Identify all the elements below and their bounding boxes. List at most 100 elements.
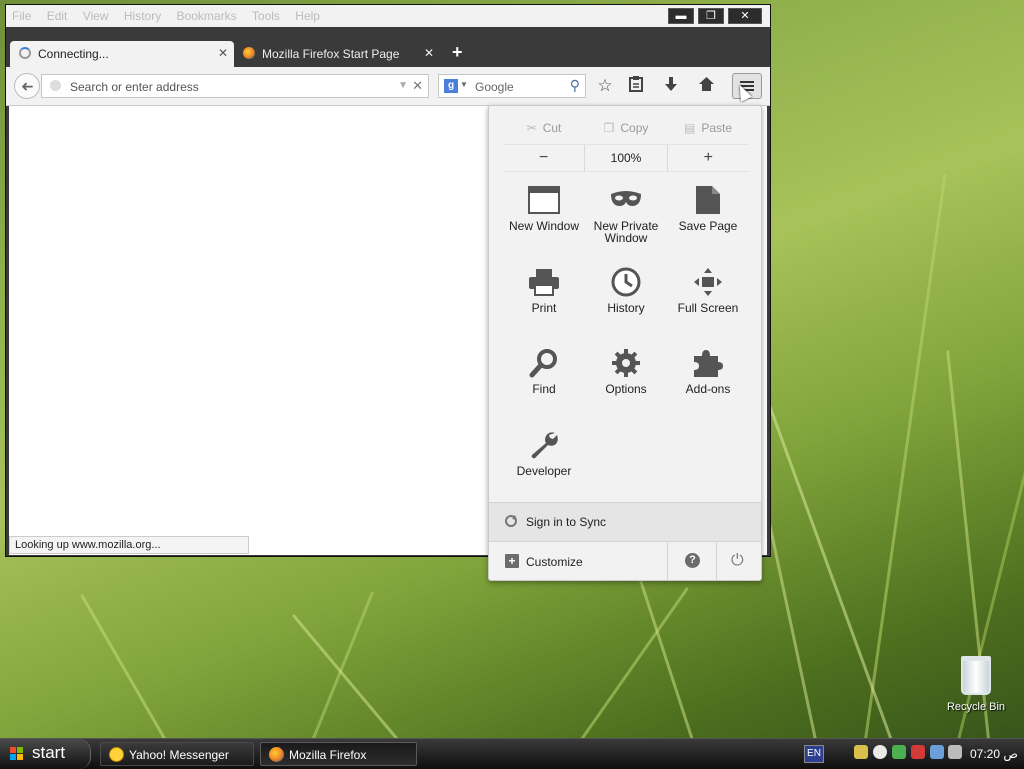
private-mask-icon (611, 191, 641, 206)
customize-button[interactable]: + Customize (489, 541, 668, 580)
menu-file[interactable]: File (6, 5, 37, 27)
save-page-icon (696, 186, 720, 214)
close-tab-icon[interactable]: ✕ (424, 46, 434, 60)
developer-button[interactable]: Developer (503, 425, 585, 501)
options-label: Options (605, 382, 647, 396)
new-window-icon (528, 186, 560, 214)
google-engine-icon[interactable]: g (444, 79, 458, 93)
start-button[interactable]: start (0, 739, 91, 769)
downloads-icon[interactable] (661, 76, 681, 96)
update-tray-icon[interactable] (892, 745, 906, 759)
taskbar-yahoo-messenger[interactable]: Yahoo! Messenger (100, 742, 254, 766)
help-button[interactable]: ? (668, 541, 717, 580)
quit-button[interactable]: ⏻ (717, 541, 761, 580)
firefox-icon (243, 47, 255, 59)
clock-icon (611, 267, 641, 297)
full-screen-button[interactable]: Full Screen (667, 262, 749, 338)
recycle-bin-label: Recycle Bin (946, 701, 1006, 713)
url-bar: ▼ ✕ (41, 74, 429, 98)
add-ons-label: Add-ons (685, 382, 731, 396)
home-icon[interactable] (696, 76, 716, 96)
menu-edit[interactable]: Edit (41, 5, 74, 27)
menu-bookmarks[interactable]: Bookmarks (171, 5, 243, 27)
main-menu-panel: ✂ Cut ❐ Copy ▤ Paste − 100% + New Window… (488, 105, 762, 581)
new-private-window-button[interactable]: New Private Window (585, 180, 667, 256)
security-tray-icon[interactable] (911, 745, 925, 759)
taskbar-button-label: Yahoo! Messenger (129, 748, 229, 762)
tab-firefox-start-page[interactable]: Mozilla Firefox Start Page ✕ (234, 41, 440, 67)
options-button[interactable]: Options (585, 343, 667, 419)
sync-label: Sign in to Sync (526, 515, 607, 529)
windows-logo-icon (10, 747, 24, 761)
close-tab-icon[interactable]: ✕ (218, 46, 228, 60)
copy-label: Copy (620, 121, 649, 135)
address-input[interactable] (68, 77, 392, 97)
wrench-icon (531, 432, 558, 459)
site-identity-icon[interactable] (50, 80, 61, 91)
language-indicator[interactable]: EN (804, 745, 824, 763)
maximize-button[interactable]: ❐ (698, 8, 724, 24)
connection-tray-icon[interactable] (948, 745, 962, 759)
menu-tools[interactable]: Tools (246, 5, 286, 27)
save-page-label: Save Page (678, 219, 738, 233)
save-page-button[interactable]: Save Page (667, 180, 749, 256)
start-label: start (32, 743, 66, 762)
clipboard-icon: ▤ (683, 121, 696, 135)
print-button[interactable]: Print (503, 262, 585, 338)
customize-label: Customize (526, 555, 583, 569)
tab-strip: Connecting... ✕ Mozilla Firefox Start Pa… (6, 39, 770, 67)
bookmark-star-icon[interactable]: ☆ (595, 76, 615, 96)
bookmarks-list-icon[interactable] (626, 76, 646, 96)
menu-view[interactable]: View (77, 5, 115, 27)
search-icon[interactable]: ⚲ (570, 77, 580, 94)
cut-label: Cut (542, 121, 562, 135)
clock[interactable]: 07:20 ص (970, 747, 1018, 761)
search-input[interactable] (473, 77, 563, 97)
history-button[interactable]: History (585, 262, 667, 338)
tab-connecting[interactable]: Connecting... ✕ (10, 41, 234, 67)
minimize-button[interactable]: ▬ (668, 8, 694, 24)
menu-help[interactable]: Help (289, 5, 326, 27)
taskbar-button-label: Mozilla Firefox (289, 748, 367, 762)
sign-in-to-sync-button[interactable]: Sign in to Sync (489, 502, 761, 542)
printer-icon (529, 269, 559, 296)
window-controls: ▬ ❐ ✕ (668, 8, 762, 24)
print-label: Print (531, 301, 557, 315)
copy-button[interactable]: ❐ Copy (585, 115, 667, 141)
plus-square-icon: + (505, 554, 519, 568)
url-history-dropdown-icon[interactable]: ▼ (398, 80, 408, 91)
cut-button[interactable]: ✂ Cut (503, 115, 585, 141)
new-private-window-label: New Private Window (593, 219, 659, 245)
new-window-button[interactable]: New Window (503, 180, 585, 256)
recycle-bin-desktop-icon[interactable]: Recycle Bin (944, 656, 1008, 713)
network-warning-icon[interactable] (854, 745, 868, 759)
edit-controls: ✂ Cut ❐ Copy ▤ Paste (503, 115, 749, 141)
loading-spinner-icon (19, 47, 31, 59)
zoom-in-button[interactable]: + (668, 145, 749, 171)
new-tab-button[interactable]: + (452, 43, 463, 61)
add-ons-button[interactable]: Add-ons (667, 343, 749, 419)
navigation-toolbar: ➜ ▼ ✕ g ▼ ⚲ ☆ (6, 67, 770, 106)
firefox-icon (269, 747, 284, 762)
zoom-out-button[interactable]: − (503, 145, 584, 171)
power-icon: ⏻ (731, 552, 744, 569)
menu-footer: + Customize ? ⏻ (489, 541, 761, 580)
taskbar-mozilla-firefox[interactable]: Mozilla Firefox (260, 742, 417, 766)
find-button[interactable]: Find (503, 343, 585, 419)
puzzle-icon (694, 350, 723, 377)
messenger-tray-icon[interactable] (873, 745, 887, 759)
volume-tray-icon[interactable] (930, 745, 944, 759)
engine-dropdown-icon[interactable]: ▼ (460, 80, 468, 89)
menu-history[interactable]: History (118, 5, 167, 27)
stop-icon[interactable]: ✕ (412, 78, 423, 94)
yahoo-messenger-icon (109, 747, 124, 762)
search-bar: g ▼ ⚲ (438, 74, 586, 98)
close-window-button[interactable]: ✕ (728, 8, 762, 24)
new-window-label: New Window (508, 219, 580, 233)
gear-icon (612, 349, 640, 377)
paste-button[interactable]: ▤ Paste (667, 115, 749, 141)
zoom-reset-button[interactable]: 100% (584, 145, 668, 171)
back-button[interactable]: ➜ (14, 73, 40, 99)
full-screen-label: Full Screen (677, 301, 739, 315)
status-panel: Looking up www.mozilla.org... (9, 536, 249, 554)
